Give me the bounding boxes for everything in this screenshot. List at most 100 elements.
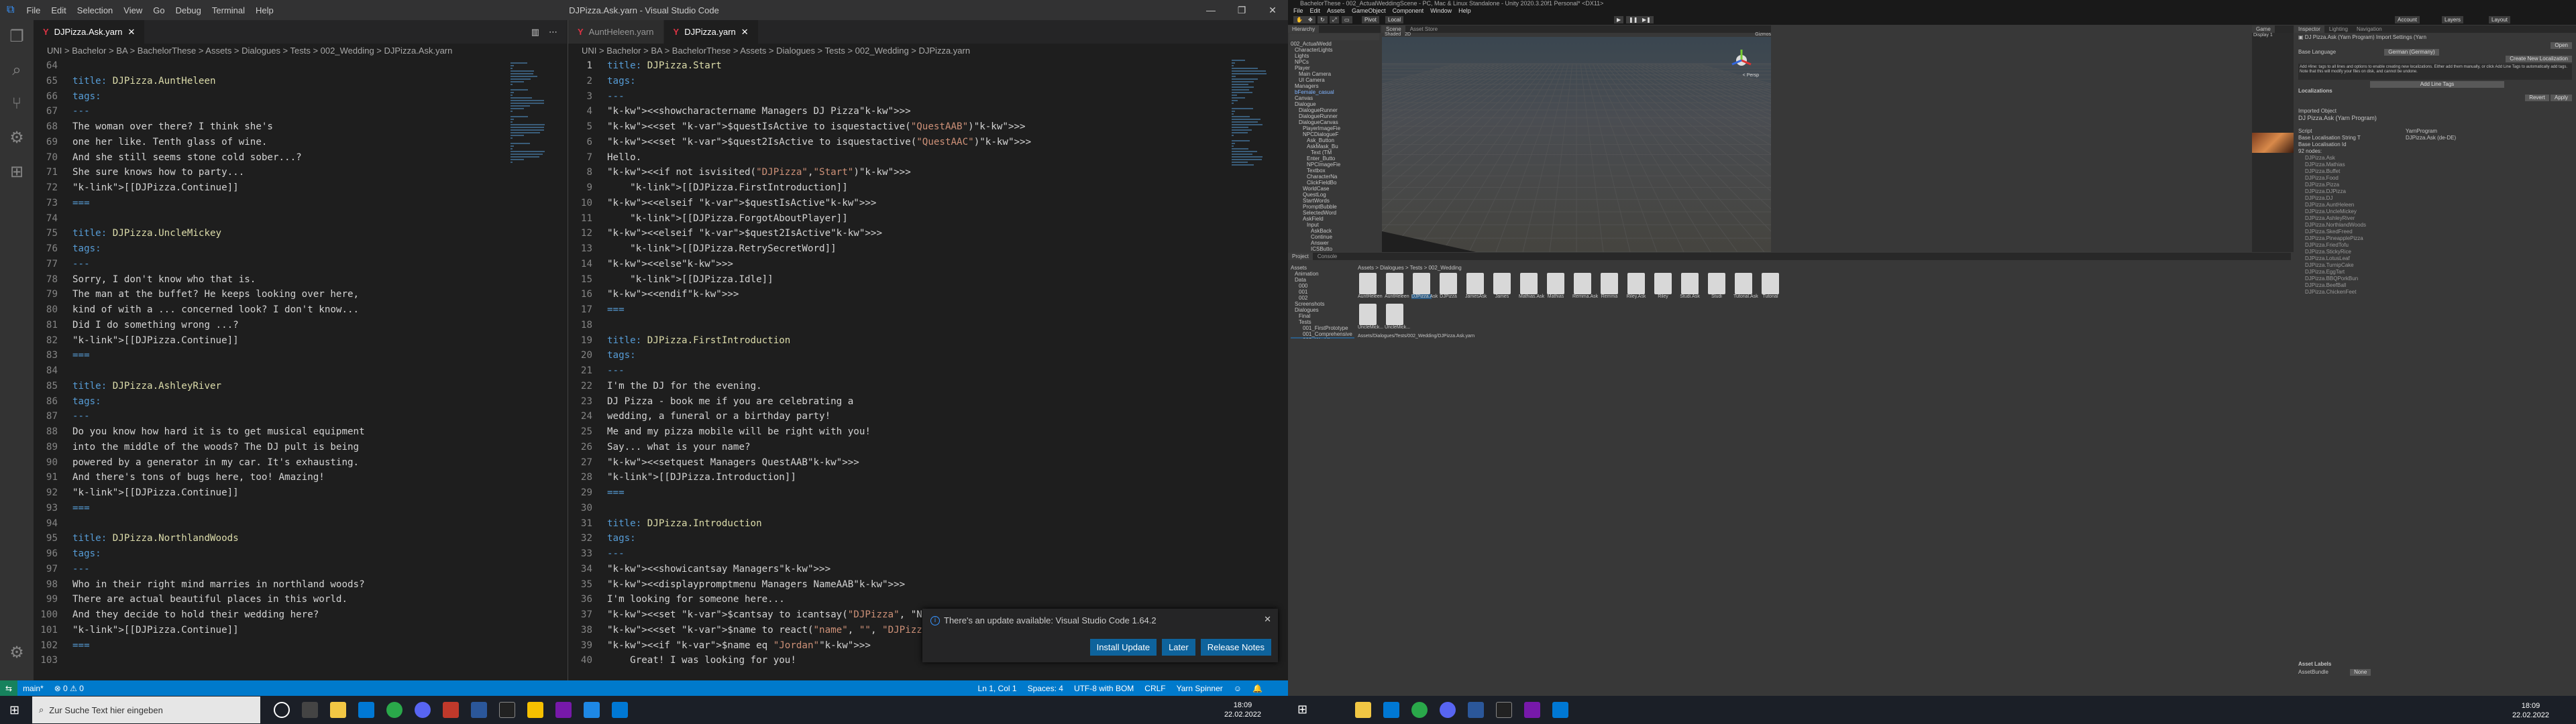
cursor-position[interactable]: Ln 1, Col 1 xyxy=(973,684,1022,693)
branch-indicator[interactable]: main* xyxy=(17,684,49,693)
source-control-icon[interactable]: ⑂ xyxy=(12,95,21,113)
code-line[interactable]: 20 tags: xyxy=(568,348,1288,363)
code-line[interactable]: 31 title: DJPizza.Introduction xyxy=(568,516,1288,532)
base-language-dropdown[interactable]: German (Germany) xyxy=(2384,49,2439,56)
minimize-icon[interactable]: — xyxy=(1195,0,1226,20)
extensions-icon[interactable]: ⊞ xyxy=(10,162,23,182)
hierarchy-item[interactable]: CharacterNa xyxy=(1288,174,1381,180)
hierarchy-item[interactable]: Text (TM xyxy=(1288,149,1381,156)
project-folder[interactable]: Final xyxy=(1291,313,1354,319)
scene-viewport[interactable]: < Persp xyxy=(1382,37,1771,252)
unity-menu-component[interactable]: Component xyxy=(1393,7,1424,15)
code-line[interactable]: 100 And they decide to hold their wedding… xyxy=(34,607,567,623)
code-line[interactable]: 6 "k-kw"><<set "k-var">$quest2IsActive to… xyxy=(568,135,1288,150)
code-line[interactable]: 64 xyxy=(34,58,567,74)
project-folder[interactable]: Screenshots xyxy=(1291,301,1354,307)
code-line[interactable]: 88 Do you know how hard it is to get musi… xyxy=(34,424,567,440)
asset-bundle-dropdown[interactable]: None xyxy=(2350,669,2371,676)
code-line[interactable]: 73 === xyxy=(34,196,567,211)
install-update-button[interactable]: Install Update xyxy=(1089,639,1157,656)
breadcrumb[interactable]: UNI > Bachelor > BA > BachelorThese > As… xyxy=(34,44,567,58)
taskbar-search[interactable]: ⌕ Zur Suche Text hier eingeben xyxy=(32,697,260,723)
menu-view[interactable]: View xyxy=(118,5,148,15)
release-notes-button[interactable]: Release Notes xyxy=(1200,639,1271,656)
play-icon[interactable]: ▶ xyxy=(1614,16,1624,23)
hierarchy-item[interactable]: Answer xyxy=(1288,240,1381,246)
hierarchy-item[interactable]: SelectedWord xyxy=(1288,210,1381,216)
code-line[interactable]: 76 tags: xyxy=(34,241,567,257)
hierarchy-item[interactable]: 002_ActualWedd xyxy=(1288,41,1381,47)
code-line[interactable]: 22 I'm the DJ for the evening. xyxy=(568,379,1288,394)
scale-tool-icon[interactable]: ⤢ xyxy=(1330,16,1340,23)
project-folder[interactable]: Data xyxy=(1291,277,1354,283)
hierarchy-item[interactable]: NPCs xyxy=(1288,59,1381,65)
code-line[interactable]: 13 "k-link">[[DJPizza.RetrySecretWord]] xyxy=(568,241,1288,257)
project-folder[interactable]: 001 xyxy=(1291,289,1354,295)
project-tree[interactable]: Assets Animation Data 000 001 002 Screenshots D… xyxy=(1291,265,1354,339)
code-line[interactable]: 92 "k-link">[[DJPizza.Continue]] xyxy=(34,485,567,501)
asset-item[interactable]: Riley xyxy=(1653,273,1673,299)
asset-item[interactable]: Tutorial.Ask xyxy=(1733,273,1758,299)
file-explorer-icon[interactable] xyxy=(1355,702,1371,718)
project-folder[interactable]: 000 xyxy=(1291,283,1354,289)
code-line[interactable]: 74 xyxy=(34,211,567,227)
later-button[interactable]: Later xyxy=(1162,639,1195,656)
menu-go[interactable]: Go xyxy=(148,5,170,15)
code-line[interactable]: 23 DJ Pizza - book me if you are celebrat… xyxy=(568,394,1288,410)
code-line[interactable]: 66 tags: xyxy=(34,89,567,105)
code-line[interactable]: 1 title: DJPizza.Start xyxy=(568,58,1288,74)
code-line[interactable]: 4 "k-kw"><<showcharactername Managers DJ … xyxy=(568,104,1288,119)
code-line[interactable]: 11 "k-link">[[DJPizza.ForgotAboutPlayer]… xyxy=(568,211,1288,227)
debug-icon[interactable]: ⚙ xyxy=(9,128,24,147)
layers-button[interactable]: Layers xyxy=(2442,16,2464,23)
unity-menu-help[interactable]: Help xyxy=(1458,7,1471,15)
project-folder[interactable]: 002 xyxy=(1291,295,1354,301)
hierarchy-item[interactable]: CharacterLights xyxy=(1288,47,1381,53)
hierarchy-item[interactable]: AskMask_Bu xyxy=(1288,143,1381,149)
hierarchy-item[interactable]: AskField xyxy=(1288,216,1381,222)
hierarchy-item[interactable]: DialogueCanvas xyxy=(1288,119,1381,125)
vscode-taskbar-icon[interactable] xyxy=(612,702,628,718)
unity-menu-file[interactable]: File xyxy=(1293,7,1303,15)
code-line[interactable]: 86 tags: xyxy=(34,394,567,410)
code-line[interactable]: 16 "k-kw"><<endif"k-kw">>> xyxy=(568,287,1288,302)
more-actions-icon[interactable]: ⋯ xyxy=(549,27,557,38)
notifications-icon[interactable]: 🔔 xyxy=(1247,684,1268,693)
maximize-icon[interactable]: ❐ xyxy=(1226,0,1257,20)
tab-lighting[interactable]: Lighting xyxy=(2324,25,2352,33)
layout-button[interactable]: Layout xyxy=(2489,16,2511,23)
code-line[interactable]: 69 one her like. Tenth glass of wine. xyxy=(34,135,567,150)
hierarchy-item[interactable]: PromptBubble xyxy=(1288,204,1381,210)
hierarchy-item[interactable]: Lights xyxy=(1288,53,1381,59)
hierarchy-tree[interactable]: 002_ActualWedd CharacterLights Lights NPCs P… xyxy=(1288,41,1381,251)
asset-item[interactable]: Studi xyxy=(1707,273,1727,299)
code-line[interactable]: 103 xyxy=(34,653,567,668)
code-line[interactable]: 3 --- xyxy=(568,89,1288,105)
rect-tool-icon[interactable]: ▭ xyxy=(1342,16,1352,23)
revert-button[interactable]: Revert xyxy=(2525,95,2549,101)
language-mode[interactable]: Yarn Spinner xyxy=(1171,684,1228,693)
line-endings[interactable]: CRLF xyxy=(1139,684,1171,693)
account-button[interactable]: Account xyxy=(2395,16,2420,23)
tab-asset-store[interactable]: Asset Store xyxy=(1405,25,1442,33)
visual-studio-icon[interactable] xyxy=(555,702,572,718)
code-line[interactable]: 2 tags: xyxy=(568,74,1288,89)
hierarchy-item[interactable]: Continue xyxy=(1288,234,1381,240)
asset-item[interactable]: AuntHeleen xyxy=(1385,273,1409,299)
asset-item[interactable]: UncleMick... xyxy=(1358,304,1383,330)
hierarchy-item[interactable]: Canvas xyxy=(1288,95,1381,101)
task-view-icon[interactable] xyxy=(302,702,318,718)
unity-icon[interactable] xyxy=(499,702,515,718)
code-line[interactable]: 27 "k-kw"><<setquest Managers QuestAAB"k-… xyxy=(568,455,1288,471)
code-line[interactable]: 78 Sorry, I don't know who that is. xyxy=(34,272,567,288)
hierarchy-item[interactable]: Ask_Button xyxy=(1288,137,1381,143)
code-line[interactable]: 79 The man at the buffet? He keeps lookin… xyxy=(34,287,567,302)
hierarchy-item[interactable]: AskBack xyxy=(1288,228,1381,234)
project-folder[interactable]: 002_Wedding xyxy=(1291,337,1354,339)
code-line[interactable]: 25 Me and my pizza mobile will be right w… xyxy=(568,424,1288,440)
hierarchy-item[interactable]: DialogueRunner xyxy=(1288,113,1381,119)
code-line[interactable]: 14 "k-kw"><<else"k-kw">>> xyxy=(568,257,1288,272)
tab-auntheleen[interactable]: Y AuntHeleen.yarn xyxy=(568,20,664,44)
hierarchy-item[interactable]: UI Camera xyxy=(1288,77,1381,83)
asset-item[interactable]: UncleMick... xyxy=(1385,304,1410,330)
